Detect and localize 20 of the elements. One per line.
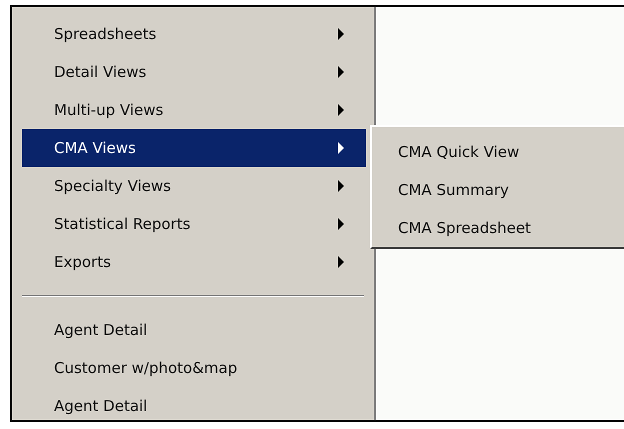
menu-item[interactable]: Spreadsheets bbox=[22, 15, 366, 53]
submenu-arrow-icon bbox=[338, 180, 344, 192]
submenu-arrow-icon bbox=[338, 256, 344, 268]
menu-item[interactable]: CMA Views bbox=[22, 129, 366, 167]
menu-item[interactable]: Agent Detail bbox=[22, 387, 366, 420]
menu-item[interactable]: CMA Summary bbox=[372, 171, 624, 209]
menu-item[interactable]: Detail Views bbox=[22, 53, 366, 91]
submenu-arrow-icon bbox=[338, 28, 344, 40]
submenu-arrow-icon bbox=[338, 66, 344, 78]
menu-item[interactable]: CMA Spreadsheet bbox=[372, 209, 624, 247]
menu-item[interactable]: CMA Quick View bbox=[372, 133, 624, 171]
submenu-arrow-icon bbox=[338, 142, 344, 154]
menu-item[interactable]: Customer w/photo&map bbox=[22, 349, 366, 387]
menu-item[interactable]: Agent Detail bbox=[22, 311, 366, 349]
menu-item[interactable]: Specialty Views bbox=[22, 167, 366, 205]
submenu-arrow-icon bbox=[338, 104, 344, 116]
submenu-arrow-icon bbox=[338, 218, 344, 230]
menu-item[interactable]: Statistical Reports bbox=[22, 205, 366, 243]
menu-item[interactable]: Multi-up Views bbox=[22, 91, 366, 129]
menu-item[interactable]: Exports bbox=[22, 243, 366, 281]
